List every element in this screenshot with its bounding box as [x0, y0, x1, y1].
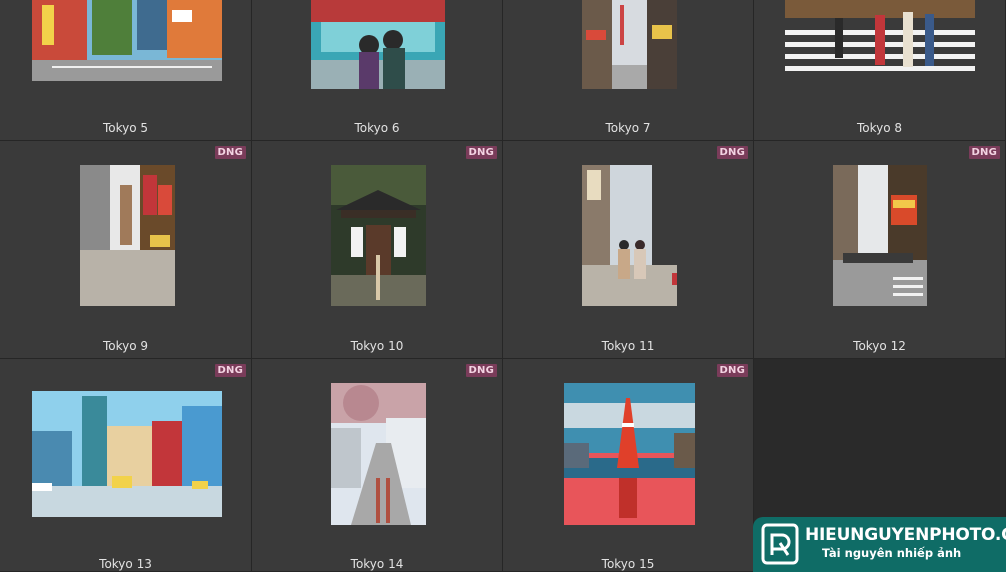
thumbnail-name: Tokyo 13	[99, 557, 152, 571]
thumbnail-cell[interactable]: DNG Tokyo 13	[0, 359, 252, 572]
photo-thumbnail[interactable]	[833, 165, 927, 306]
thumbnail-cell[interactable]: Tokyo 5	[0, 0, 252, 141]
photo-thumbnail[interactable]	[32, 0, 222, 81]
thumbnail-name: Tokyo 6	[354, 121, 400, 135]
thumbnail-cell[interactable]: DNG Tokyo 14	[252, 359, 503, 572]
thumbnail-cell[interactable]: Tokyo 7	[503, 0, 754, 141]
dng-badge: DNG	[968, 146, 1000, 159]
thumbnail-cell[interactable]: DNG Tokyo 15	[503, 359, 754, 572]
photo-thumbnail[interactable]	[311, 0, 445, 89]
dng-badge: DNG	[716, 364, 748, 377]
dng-badge: DNG	[214, 364, 246, 377]
thumbnail-name: Tokyo 8	[856, 121, 903, 135]
photo-thumbnail[interactable]	[582, 165, 677, 306]
photo-thumbnail[interactable]	[331, 383, 426, 525]
thumbnail-cell[interactable]: DNG Tokyo 10	[252, 141, 503, 359]
thumbnail-name: Tokyo 7	[605, 121, 651, 135]
photo-thumbnail[interactable]	[331, 165, 426, 306]
thumbnail-name: Tokyo 5	[102, 121, 149, 135]
logo-mark-icon	[761, 523, 799, 565]
dng-badge: DNG	[716, 146, 748, 159]
thumbnail-cell[interactable]: DNG Tokyo 11	[503, 141, 754, 359]
thumbnail-name: Tokyo 10	[350, 339, 404, 353]
watermark-tagline: Tài nguyên nhiếp ảnh	[822, 546, 962, 560]
thumbnail-cell[interactable]: DNG Tokyo 12	[754, 141, 1006, 359]
dng-badge: DNG	[214, 146, 246, 159]
thumbnail-name: Tokyo 14	[350, 557, 404, 571]
photo-thumbnail[interactable]	[564, 383, 695, 525]
thumbnail-name: Tokyo 11	[601, 339, 655, 353]
thumbnail-cell[interactable]: Tokyo 6	[252, 0, 503, 141]
photo-thumbnail[interactable]	[32, 391, 222, 517]
thumbnail-name: Tokyo 15	[601, 557, 655, 571]
thumbnail-name: Tokyo 9	[102, 339, 149, 353]
watermark-brand: HIEUNGUYENPHOTO.COM	[805, 525, 1006, 545]
thumbnail-name: Tokyo 12	[853, 339, 906, 353]
watermark-logo: HIEUNGUYENPHOTO.COM Tài nguyên nhiếp ảnh	[753, 517, 1006, 572]
photo-thumbnail[interactable]	[785, 0, 975, 81]
thumbnail-grid: Tokyo 5 Tokyo 6 Tokyo 7 Tokyo 8 DNG Toky…	[0, 0, 1006, 572]
photo-thumbnail[interactable]	[582, 0, 677, 89]
thumbnail-cell[interactable]: DNG Tokyo 9	[0, 141, 252, 359]
thumbnail-cell[interactable]: Tokyo 8	[754, 0, 1006, 141]
photo-thumbnail[interactable]	[80, 165, 175, 306]
dng-badge: DNG	[465, 146, 497, 159]
dng-badge: DNG	[465, 364, 497, 377]
